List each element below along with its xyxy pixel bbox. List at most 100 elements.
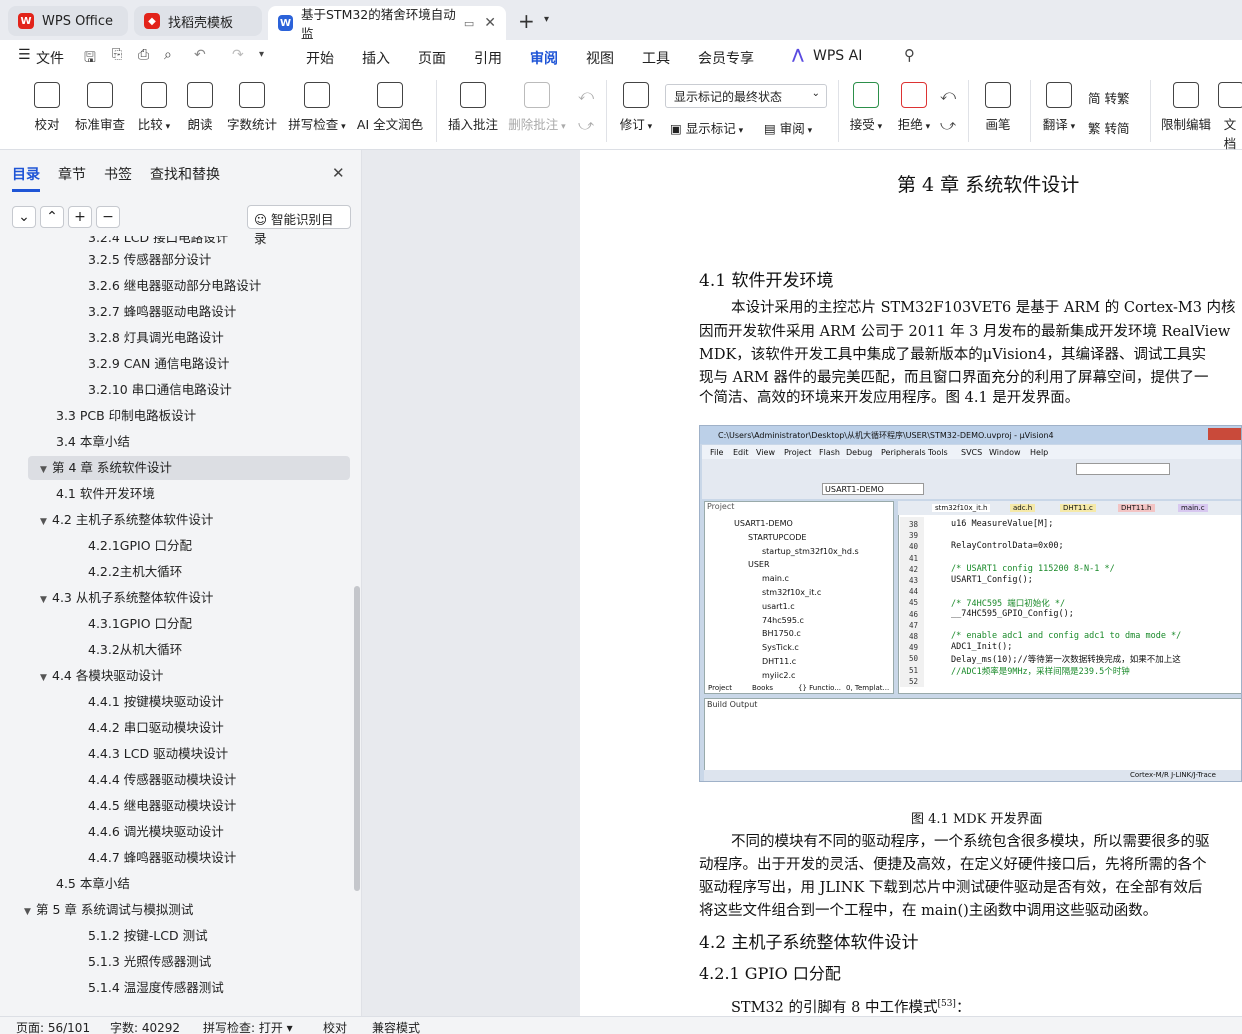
page-indicator[interactable]: 页面: 56/101 bbox=[16, 1019, 90, 1034]
menu-file[interactable]: 文件 bbox=[36, 48, 64, 68]
caret-down-icon[interactable]: ▼ bbox=[40, 666, 52, 690]
menu-view[interactable]: 视图 bbox=[586, 48, 614, 68]
redo-icon[interactable]: ↷ bbox=[232, 47, 244, 63]
caret-down-icon[interactable]: ▼ bbox=[40, 510, 52, 534]
toc-item[interactable]: 4.2.1GPIO 口分配 bbox=[88, 534, 192, 558]
caret-down-icon[interactable]: ▼ bbox=[40, 588, 52, 612]
chevron-down-icon[interactable]: ▾ bbox=[544, 14, 549, 25]
nav-tab-bookmarks[interactable]: 书签 bbox=[104, 164, 132, 184]
menu-page[interactable]: 页面 bbox=[418, 48, 446, 68]
wps-ai-icon[interactable]: ⋀ bbox=[792, 47, 804, 63]
word-count-indicator[interactable]: 字数: 40292 bbox=[110, 1019, 180, 1034]
menu-start[interactable]: 开始 bbox=[306, 48, 334, 68]
collapse-down-button[interactable]: ⌄ bbox=[12, 206, 36, 228]
toc-item[interactable]: ▼ 4.4 各模块驱动设计 bbox=[40, 664, 163, 688]
print-preview-icon[interactable]: ⌕ bbox=[164, 47, 172, 63]
tab-docer-templates[interactable]: ◆ 找稻壳模板 bbox=[134, 6, 262, 36]
menu-review[interactable]: 审阅 bbox=[530, 48, 558, 75]
add-heading-button[interactable]: + bbox=[68, 206, 92, 228]
proofread-status[interactable]: 校对 bbox=[323, 1019, 347, 1034]
menu-reference[interactable]: 引用 bbox=[474, 48, 502, 68]
more-chevron-icon[interactable]: ▾ bbox=[259, 49, 264, 60]
accept-button[interactable]: 接受 ▾ bbox=[846, 82, 886, 133]
tab-wps-office[interactable]: W WPS Office bbox=[8, 6, 128, 36]
nav-scrollbar[interactable] bbox=[354, 586, 360, 891]
toc-item[interactable]: 4.2.2主机大循环 bbox=[88, 560, 182, 584]
menu-insert[interactable]: 插入 bbox=[362, 48, 390, 68]
close-icon[interactable]: ✕ bbox=[484, 15, 496, 31]
proofread-button[interactable]: 校对 bbox=[30, 82, 64, 133]
read-aloud-button[interactable]: 朗读 bbox=[184, 82, 216, 133]
hamburger-icon[interactable]: ☰ bbox=[18, 47, 31, 63]
toc-item[interactable]: 4.4.7 蜂鸣器驱动模块设计 bbox=[88, 846, 236, 870]
toc-item[interactable]: 4.4.5 继电器驱动模块设计 bbox=[88, 794, 236, 818]
new-tab-icon[interactable]: + bbox=[518, 9, 535, 33]
nav-tab-chapters[interactable]: 章节 bbox=[58, 164, 86, 184]
spell-check-button[interactable]: 拼写检查 ▾ bbox=[286, 82, 348, 133]
nav-tab-find-replace[interactable]: 查找和替换 bbox=[150, 164, 220, 184]
standard-review-button[interactable]: 标准审查 bbox=[74, 82, 126, 133]
toc-item[interactable]: 5.1.2 按键-LCD 测试 bbox=[88, 924, 208, 948]
markup-state-select[interactable]: 显示标记的最终状态 ⌄ bbox=[665, 84, 827, 108]
toc-item[interactable]: 3.3 PCB 印制电路板设计 bbox=[56, 404, 196, 428]
compare-button[interactable]: 比较 ▾ bbox=[134, 82, 174, 133]
collapse-up-button[interactable]: ⌃ bbox=[40, 206, 64, 228]
spell-check-status[interactable]: 拼写检查: 打开 ▾ bbox=[203, 1019, 293, 1034]
undo-icon[interactable]: ↶ bbox=[194, 47, 206, 63]
toc-item[interactable]: 4.1 软件开发环境 bbox=[56, 482, 155, 506]
toc-item[interactable]: 3.4 本章小结 bbox=[56, 430, 130, 454]
reject-button[interactable]: 拒绝 ▾ bbox=[894, 82, 934, 133]
menu-membership[interactable]: 会员专享 bbox=[698, 48, 754, 68]
delete-comment-button[interactable]: 删除批注 ▾ bbox=[506, 82, 568, 133]
translate-button[interactable]: 翻译 ▾ bbox=[1040, 82, 1078, 133]
toc-item[interactable]: ▼ 4.3 从机子系统整体软件设计 bbox=[40, 586, 213, 610]
review-pane-button[interactable]: ▤ 审阅 ▾ bbox=[764, 118, 812, 137]
remove-heading-button[interactable]: − bbox=[96, 206, 120, 228]
toc-item[interactable]: 3.2.10 串口通信电路设计 bbox=[88, 378, 232, 402]
toc-item[interactable]: ▼ 4.2 主机子系统整体软件设计 bbox=[40, 508, 213, 532]
insert-comment-button[interactable]: 插入批注 bbox=[446, 82, 500, 133]
next-change-icon[interactable]: ⤻ bbox=[940, 116, 956, 134]
save-icon[interactable]: 🖫 bbox=[84, 47, 96, 71]
menu-tools[interactable]: 工具 bbox=[642, 48, 670, 68]
menu-wps-ai[interactable]: WPS AI bbox=[813, 48, 862, 64]
close-pane-icon[interactable]: ✕ bbox=[332, 164, 345, 182]
toc-item[interactable]: 3.2.7 蜂鸣器驱动电路设计 bbox=[88, 300, 236, 324]
monitor-icon[interactable]: ▭ bbox=[464, 17, 474, 30]
show-markup-button[interactable]: ▣ 显示标记 ▾ bbox=[670, 118, 743, 137]
ai-polish-button[interactable]: AI 全文润色 bbox=[356, 82, 424, 133]
caret-down-icon[interactable]: ▼ bbox=[40, 458, 52, 482]
tab-current-document[interactable]: W 基于STM32的猪舍环境自动监 ▭ ✕ bbox=[268, 6, 506, 41]
toc-item[interactable]: 3.2.4 LCD 接口电路设计 bbox=[88, 236, 228, 248]
prev-comment-icon[interactable]: ⤺ bbox=[578, 86, 594, 104]
toc-item[interactable]: ▼ 第 4 章 系统软件设计 bbox=[28, 456, 350, 480]
toc-item[interactable]: 5.1.4 温湿度传感器测试 bbox=[88, 976, 224, 1000]
to-simplified-button[interactable]: 繁 转简 bbox=[1088, 118, 1130, 137]
toc-item[interactable]: 3.2.5 传感器部分设计 bbox=[88, 248, 211, 272]
toc-item[interactable]: 3.2.9 CAN 通信电路设计 bbox=[88, 352, 229, 376]
next-comment-icon[interactable]: ⤻ bbox=[578, 116, 594, 134]
export-icon[interactable]: ⎘ bbox=[112, 47, 122, 62]
toc-item[interactable]: 4.4.1 按键模块驱动设计 bbox=[88, 690, 224, 714]
doc-permission-button[interactable]: 文档 bbox=[1218, 82, 1242, 152]
toc-item[interactable]: 4.5 本章小结 bbox=[56, 872, 130, 896]
track-changes-button[interactable]: 修订 ▾ bbox=[616, 82, 656, 133]
to-traditional-button[interactable]: 简 转繁 bbox=[1088, 88, 1130, 107]
caret-down-icon[interactable]: ▼ bbox=[24, 900, 36, 924]
toc-item[interactable]: 4.3.2从机大循环 bbox=[88, 638, 182, 662]
toc-item[interactable]: 3.2.6 继电器驱动部分电路设计 bbox=[88, 274, 261, 298]
pen-button[interactable]: 画笔 bbox=[980, 82, 1016, 133]
toc-item[interactable]: 4.3.1GPIO 口分配 bbox=[88, 612, 192, 636]
toc-item[interactable]: 4.4.2 串口驱动模块设计 bbox=[88, 716, 224, 740]
word-count-button[interactable]: 字数统计 bbox=[226, 82, 278, 133]
toc-item[interactable]: 4.4.4 传感器驱动模块设计 bbox=[88, 768, 236, 792]
toc-item[interactable]: 5.1.3 光照传感器测试 bbox=[88, 950, 211, 974]
toc-item[interactable]: 4.4.3 LCD 驱动模块设计 bbox=[88, 742, 228, 766]
search-icon[interactable]: ⚲ bbox=[904, 46, 915, 64]
print-icon[interactable]: ⎙ bbox=[138, 47, 149, 63]
smart-toc-button[interactable]: ☺ 智能识别目录 bbox=[247, 205, 351, 246]
toc-item[interactable]: 3.2.8 灯具调光电路设计 bbox=[88, 326, 224, 350]
nav-tab-toc[interactable]: 目录 bbox=[12, 164, 40, 192]
prev-change-icon[interactable]: ⤺ bbox=[940, 86, 956, 104]
toc-item[interactable]: 4.4.6 调光模块驱动设计 bbox=[88, 820, 224, 844]
